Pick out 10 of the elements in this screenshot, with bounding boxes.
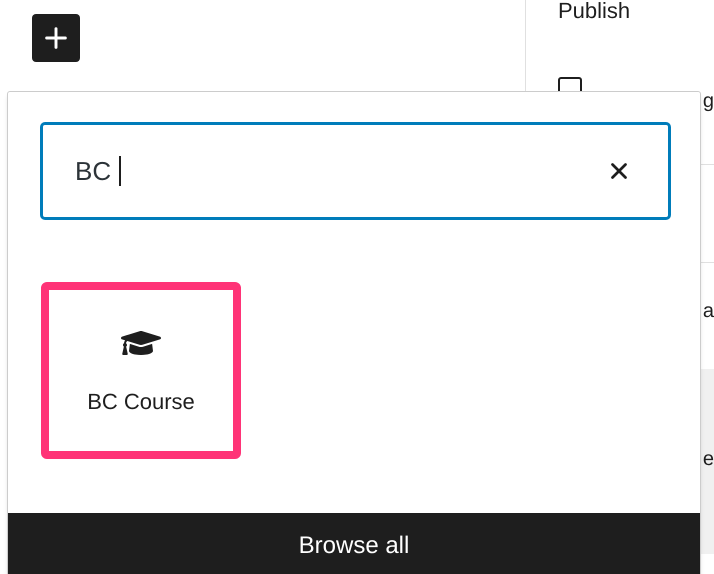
setting-label: a	[702, 299, 714, 323]
block-item[interactable]: BC Course	[41, 282, 241, 459]
browse-all-button[interactable]: Browse all	[8, 512, 700, 574]
checkbox-label: g	[702, 89, 714, 113]
panel-title: Publish	[558, 0, 630, 23]
add-block-button[interactable]	[32, 14, 80, 62]
text-cursor	[119, 156, 122, 186]
search-value: BC	[75, 154, 112, 188]
setting-label: e	[702, 447, 714, 471]
search-field[interactable]: BC	[40, 122, 671, 220]
